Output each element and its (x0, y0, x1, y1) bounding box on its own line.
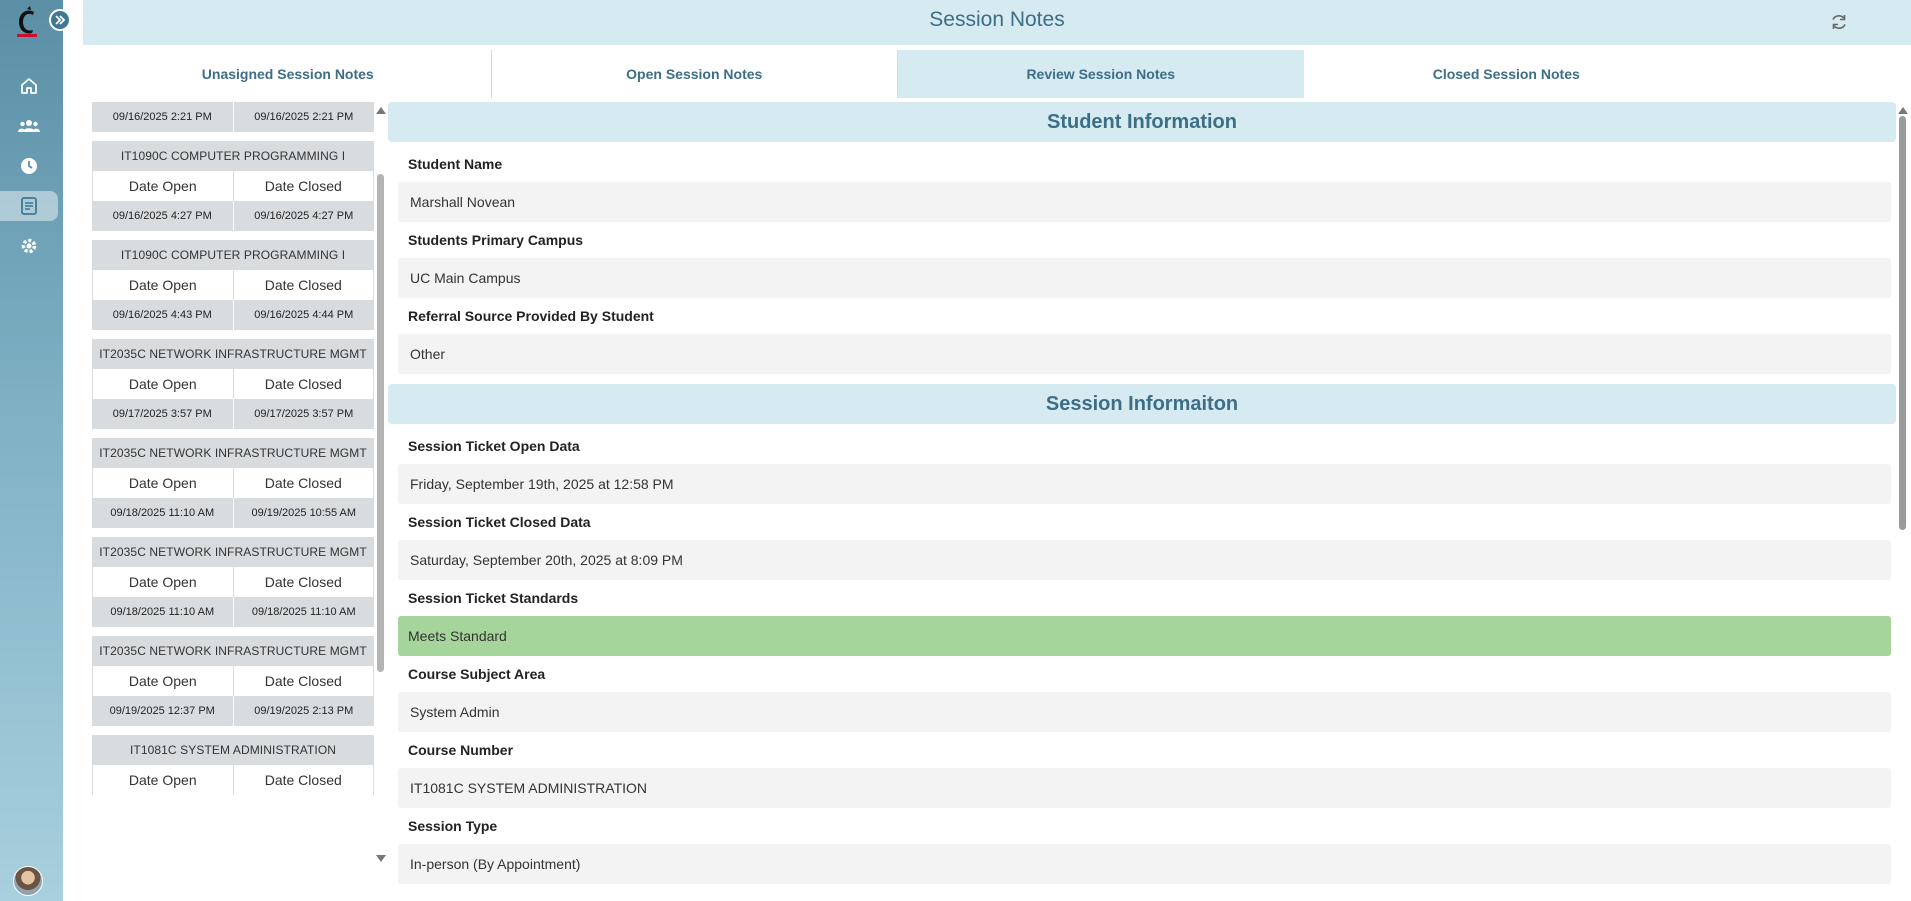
date-closed-value: 09/18/2025 11:10 AM (251, 606, 356, 618)
session-dates: 09/16/2025 2:21 PM 09/16/2025 2:21 PM (92, 102, 374, 132)
home-icon (21, 78, 37, 94)
scroll-up-arrow-icon[interactable] (376, 107, 386, 114)
date-open-value: 09/16/2025 2:21 PM (92, 102, 234, 132)
course-number-value: IT1081C SYSTEM ADMINISTRATION (398, 768, 1891, 808)
expand-sidebar-button[interactable] (49, 9, 71, 31)
date-closed-label: Date Closed (264, 475, 342, 491)
session-card[interactable]: IT2035C NETWORK INFRASTRUCTURE MGMT Date… (92, 537, 374, 627)
date-closed-value: 09/19/2025 10:55 AM (251, 507, 357, 519)
session-course: IT2035C NETWORK INFRASTRUCTURE MGMT (92, 537, 374, 567)
date-closed-label: Date Closed (264, 178, 342, 194)
field-label: Course Subject Area (408, 666, 546, 682)
tab-open[interactable]: Open Session Notes (492, 50, 898, 98)
date-open-value: 09/18/2025 11:10 AM (92, 597, 234, 627)
notes-icon (21, 197, 37, 215)
subject-area-value: System Admin (398, 692, 1891, 732)
clock-icon (21, 158, 37, 174)
gear-icon (21, 238, 37, 254)
expand-chevrons-icon (55, 15, 66, 25)
tab-closed[interactable]: Closed Session Notes (1304, 50, 1710, 98)
tab-unassigned[interactable]: Unasigned Session Notes (85, 50, 492, 98)
session-list-scrollbar[interactable] (374, 102, 388, 866)
side-rail (0, 0, 71, 901)
page-title: Session Notes (929, 8, 1065, 31)
session-course: IT2035C NETWORK INFRASTRUCTURE MGMT (92, 438, 374, 468)
ticket-standards-value: Meets Standard (398, 616, 1891, 656)
scroll-thumb[interactable] (377, 174, 384, 672)
date-closed-value: 09/16/2025 4:44 PM (254, 309, 354, 321)
field-label: Session Type (408, 818, 498, 834)
session-course: IT1090C COMPUTER PROGRAMMING I (92, 141, 374, 171)
session-type-value: In-person (By Appointment) (398, 844, 1891, 884)
ticket-closed-value: Saturday, September 20th, 2025 at 8:09 P… (398, 540, 1891, 580)
date-closed-label: Date Closed (264, 574, 342, 590)
session-course: IT2035C NETWORK INFRASTRUCTURE MGMT (92, 636, 374, 666)
session-course: IT1090C COMPUTER PROGRAMMING I (92, 240, 374, 270)
date-closed-value: 09/16/2025 2:21 PM (254, 111, 354, 123)
date-closed-value: 09/16/2025 4:27 PM (254, 210, 354, 222)
date-closed-label: Date Closed (264, 277, 342, 293)
tab-review[interactable]: Review Session Notes (898, 50, 1304, 98)
date-closed-value: 09/17/2025 3:57 PM (254, 408, 354, 420)
nav-users[interactable] (0, 111, 58, 141)
nav-home[interactable] (0, 71, 58, 101)
primary-campus-value: UC Main Campus (398, 258, 1891, 298)
date-open-label: Date Open (93, 270, 234, 300)
session-list: 09/16/2025 2:21 PM 09/16/2025 2:21 PM IT… (92, 102, 374, 866)
ticket-open-value: Friday, September 19th, 2025 at 12:58 PM (398, 464, 1891, 504)
date-open-value: 09/17/2025 3:57 PM (92, 399, 234, 429)
users-icon (18, 120, 40, 132)
session-card[interactable]: IT1090C COMPUTER PROGRAMMING I Date Open… (92, 240, 374, 330)
date-open-value: 09/16/2025 4:27 PM (92, 201, 234, 231)
scroll-thumb[interactable] (1899, 116, 1906, 530)
date-open-label: Date Open (93, 171, 234, 201)
page-header: Session Notes (83, 0, 1911, 45)
refresh-icon[interactable] (1829, 12, 1849, 32)
date-open-label: Date Open (93, 765, 234, 795)
date-closed-label: Date Closed (264, 772, 342, 788)
session-card[interactable]: 09/16/2025 2:21 PM 09/16/2025 2:21 PM (92, 102, 374, 132)
date-open-label: Date Open (93, 369, 234, 399)
field-label: Student Name (408, 156, 503, 172)
nav-history[interactable] (0, 151, 58, 181)
field-label: Session Ticket Standards (408, 590, 579, 606)
scroll-down-arrow-icon[interactable] (376, 855, 386, 862)
date-closed-label: Date Closed (264, 673, 342, 689)
date-open-label: Date Open (93, 468, 234, 498)
referral-source-value: Other (398, 334, 1891, 374)
date-open-label: Date Open (93, 666, 234, 696)
detail-scrollbar[interactable] (1896, 102, 1910, 901)
field-label: Students Primary Campus (408, 232, 584, 248)
nav-settings[interactable] (0, 231, 58, 261)
date-open-value: 09/18/2025 11:10 AM (92, 498, 234, 528)
date-closed-value: 09/19/2025 2:13 PM (254, 705, 354, 717)
scroll-up-arrow-icon[interactable] (1898, 107, 1908, 114)
date-open-label: Date Open (93, 567, 234, 597)
avatar[interactable] (13, 866, 43, 896)
session-card[interactable]: IT1090C COMPUTER PROGRAMMING I Date Open… (92, 141, 374, 231)
field-label: Referral Source Provided By Student (408, 308, 654, 324)
session-card[interactable]: IT2035C NETWORK INFRASTRUCTURE MGMT Date… (92, 339, 374, 429)
session-course: IT1081C SYSTEM ADMINISTRATION (92, 735, 374, 765)
session-detail-panel: Student Information Student Name Marshal… (388, 102, 1896, 901)
date-open-value: 09/16/2025 4:43 PM (92, 300, 234, 330)
nav-session-notes[interactable] (0, 191, 58, 221)
session-card[interactable]: IT1081C SYSTEM ADMINISTRATION Date Open D… (92, 735, 374, 795)
session-info-heading: Session Informaiton (388, 384, 1896, 424)
session-card[interactable]: IT2035C NETWORK INFRASTRUCTURE MGMT Date… (92, 438, 374, 528)
session-tabs: Unasigned Session Notes Open Session Not… (85, 50, 1709, 98)
field-label: Session Ticket Closed Data (408, 514, 591, 530)
session-course: IT2035C NETWORK INFRASTRUCTURE MGMT (92, 339, 374, 369)
university-c-logo[interactable] (14, 6, 40, 38)
field-label: Course Number (408, 742, 514, 758)
session-card[interactable]: IT2035C NETWORK INFRASTRUCTURE MGMT Date… (92, 636, 374, 726)
date-closed-label: Date Closed (264, 376, 342, 392)
field-label: Session Ticket Open Data (408, 438, 580, 454)
student-info-heading: Student Information (388, 102, 1896, 142)
student-name-value: Marshall Novean (398, 182, 1891, 222)
date-open-value: 09/19/2025 12:37 PM (92, 696, 234, 726)
